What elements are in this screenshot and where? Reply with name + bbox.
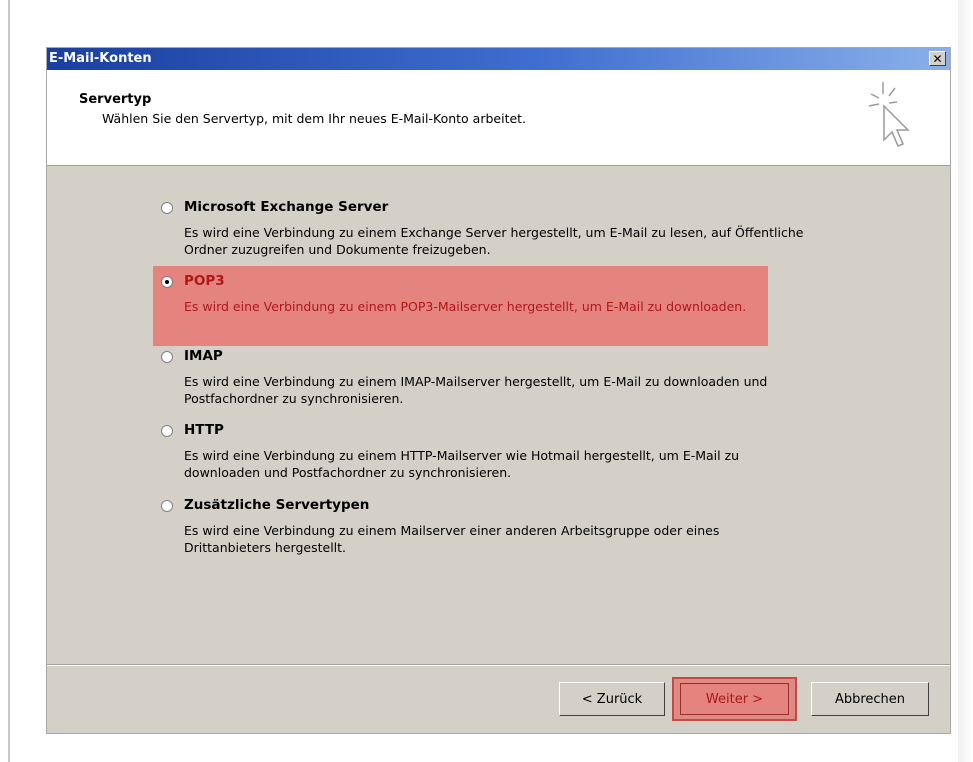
title-bar[interactable]: E-Mail-Konten ✕ [47, 48, 950, 70]
close-button[interactable]: ✕ [929, 51, 946, 66]
server-type-options: Microsoft Exchange Server Es wird eine V… [47, 166, 950, 646]
radio-pop3[interactable] [161, 276, 173, 288]
option-exchange-description: Es wird eine Verbindung zu einem Exchang… [184, 225, 804, 257]
page-right-shadow [958, 0, 973, 762]
option-exchange-label[interactable]: Microsoft Exchange Server [184, 199, 388, 215]
next-button[interactable]: Weiter > [680, 683, 789, 715]
option-imap-description: Es wird eine Verbindung zu einem IMAP-Ma… [184, 374, 768, 406]
page-left-border [8, 0, 10, 762]
cancel-button[interactable]: Abbrechen [811, 682, 929, 716]
window-title: E-Mail-Konten [49, 51, 152, 66]
option-http-description: Es wird eine Verbindung zu einem HTTP-Ma… [184, 448, 740, 480]
footer-divider [47, 664, 950, 666]
option-http-label[interactable]: HTTP [184, 422, 224, 438]
option-pop3-description: Es wird eine Verbindung zu einem POP3-Ma… [184, 299, 747, 314]
wizard-header: Servertyp Wählen Sie den Servertyp, mit … [47, 70, 950, 166]
option-pop3-label[interactable]: POP3 [184, 273, 225, 289]
page-title: Servertyp [79, 92, 152, 107]
close-icon: ✕ [932, 51, 943, 66]
cursor-sparkle-icon [868, 82, 910, 147]
option-imap-label[interactable]: IMAP [184, 348, 223, 364]
back-button[interactable]: < Zurück [559, 682, 665, 716]
radio-additional[interactable] [161, 500, 173, 512]
option-additional-label[interactable]: Zusätzliche Servertypen [184, 497, 369, 513]
radio-http[interactable] [161, 425, 173, 437]
next-button-highlight: Weiter > [672, 677, 797, 721]
email-accounts-dialog: E-Mail-Konten ✕ Servertyp Wählen Sie den… [47, 48, 950, 733]
page-subtitle: Wählen Sie den Servertyp, mit dem Ihr ne… [102, 111, 527, 126]
radio-exchange[interactable] [161, 202, 173, 214]
option-additional-description: Es wird eine Verbindung zu einem Mailser… [184, 523, 720, 555]
radio-imap[interactable] [161, 351, 173, 363]
